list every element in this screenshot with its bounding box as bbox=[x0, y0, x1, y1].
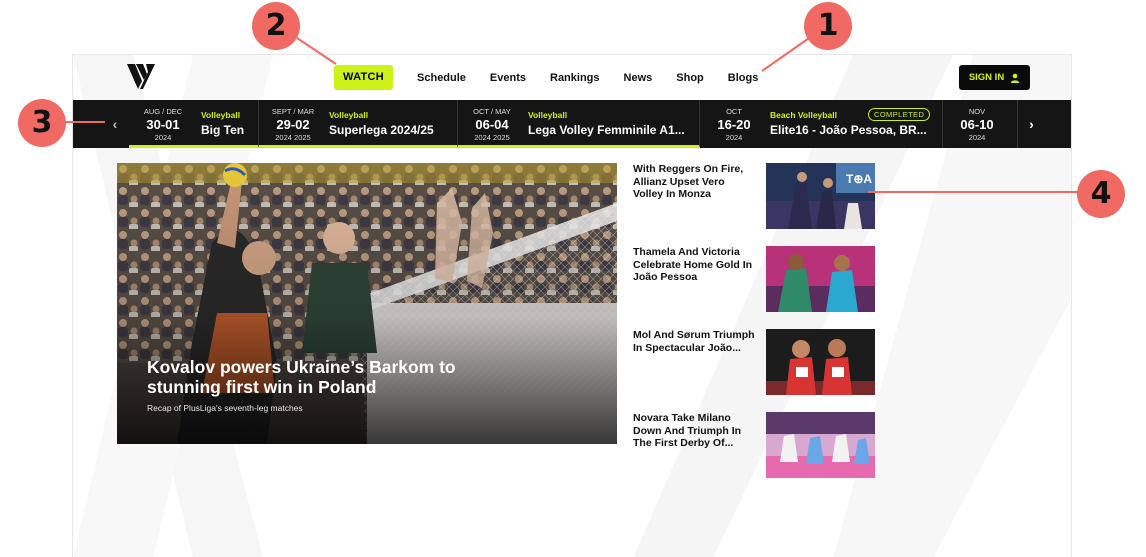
main-nav: WATCH Schedule Events Rankings News Shop… bbox=[334, 65, 758, 90]
nav-blogs[interactable]: Blogs bbox=[728, 72, 759, 84]
hero-title: Kovalov powers Ukraine’s Barkom to stunn… bbox=[147, 357, 456, 397]
event-name: Elite16 - João Pessoa, BR... bbox=[770, 123, 927, 137]
carousel-prev-icon[interactable]: ‹ bbox=[101, 100, 129, 148]
event-name: Lega Volley Femminile A1... bbox=[528, 123, 685, 137]
annotation-4: 4 bbox=[1077, 170, 1125, 218]
event-year: 2024 2025 bbox=[474, 133, 510, 142]
events-track: AUG / DEC 30-01 2024 Volleyball Big Ten … bbox=[129, 100, 1017, 148]
event-days: 29-02 bbox=[276, 117, 310, 132]
volleyball-world-logo[interactable] bbox=[125, 61, 157, 91]
nav-schedule[interactable]: Schedule bbox=[417, 72, 466, 84]
hero-subtitle: Recap of PlusLiga's seventh-leg matches bbox=[147, 403, 303, 413]
event-card[interactable]: NOV 06-10 2024 bbox=[943, 100, 1017, 148]
user-icon bbox=[1010, 73, 1020, 83]
event-days: 06-04 bbox=[475, 117, 509, 132]
annotation-2: 2 bbox=[252, 2, 300, 50]
event-days: 30-01 bbox=[146, 117, 180, 132]
event-months: AUG / DEC bbox=[143, 107, 183, 116]
story-title: With Reggers On Fire, Allianz Upset Vero… bbox=[633, 163, 744, 200]
nav-events[interactable]: Events bbox=[490, 72, 526, 84]
event-year: 2024 2025 bbox=[275, 133, 311, 142]
event-months: OCT / MAY bbox=[473, 107, 511, 116]
events-carousel: ‹ AUG / DEC 30-01 2024 Volleyball Big Te… bbox=[73, 100, 1071, 148]
event-months: SEPT / MAR bbox=[271, 107, 315, 116]
nav-rankings[interactable]: Rankings bbox=[550, 72, 600, 84]
event-days: 06-10 bbox=[960, 117, 994, 132]
event-card[interactable]: SEPT / MAR 29-02 2024 2025 Volleyball Su… bbox=[259, 100, 458, 148]
hero-image bbox=[117, 163, 617, 444]
list-item[interactable]: Thamela And Victoria Celebrate Home Gold… bbox=[633, 246, 875, 312]
story-title: Novara Take Milano Down And Triumph In T… bbox=[633, 412, 742, 449]
event-days: 16-20 bbox=[717, 117, 751, 132]
event-year: 2024 bbox=[154, 133, 172, 142]
event-sport: Volleyball bbox=[201, 110, 241, 120]
nav-watch-button[interactable]: WATCH bbox=[334, 65, 394, 90]
event-card[interactable]: AUG / DEC 30-01 2024 Volleyball Big Ten bbox=[129, 100, 259, 148]
story-thumbnail bbox=[766, 246, 875, 312]
event-sport: Volleyball bbox=[329, 110, 369, 120]
page: WATCH Schedule Events Rankings News Shop… bbox=[72, 54, 1072, 557]
annotation-3: 3 bbox=[18, 99, 66, 147]
event-card[interactable]: OCT / MAY 06-04 2024 2025 Volleyball Leg… bbox=[458, 100, 700, 148]
top-header: WATCH Schedule Events Rankings News Shop… bbox=[73, 55, 1071, 99]
event-months: OCT bbox=[726, 107, 742, 116]
nav-news[interactable]: News bbox=[624, 72, 653, 84]
story-title: Mol And Sørum Triumph In Spectacular Joã… bbox=[633, 329, 755, 354]
story-title: Thamela And Victoria Celebrate Home Gold… bbox=[633, 246, 753, 283]
sign-in-button[interactable]: SIGN IN bbox=[959, 65, 1030, 90]
completed-badge: COMPLETED bbox=[868, 108, 931, 121]
list-item[interactable]: Mol And Sørum Triumph In Spectacular Joã… bbox=[633, 329, 875, 395]
story-thumbnail: T⊕A bbox=[766, 163, 875, 229]
svg-text:T⊕A: T⊕A bbox=[846, 172, 872, 186]
event-months: NOV bbox=[968, 107, 986, 116]
event-year: 2024 bbox=[725, 133, 743, 142]
event-name: Big Ten bbox=[201, 123, 245, 137]
annotation-1: 1 bbox=[804, 2, 852, 50]
event-name: Superlega 2024/25 bbox=[329, 123, 434, 137]
list-item[interactable]: Novara Take Milano Down And Triumph In T… bbox=[633, 412, 875, 478]
event-sport: Volleyball bbox=[528, 110, 568, 120]
story-thumbnail bbox=[766, 329, 875, 395]
story-thumbnail bbox=[766, 412, 875, 478]
event-year: 2024 bbox=[968, 133, 986, 142]
hero-story[interactable]: Kovalov powers Ukraine’s Barkom to stunn… bbox=[117, 163, 617, 444]
event-card[interactable]: OCT 16-20 2024 Beach Volleyball Elite16 … bbox=[700, 100, 943, 148]
list-item[interactable]: With Reggers On Fire, Allianz Upset Vero… bbox=[633, 163, 875, 229]
carousel-next-icon[interactable]: › bbox=[1017, 100, 1045, 148]
sign-in-label: SIGN IN bbox=[968, 72, 1005, 83]
nav-shop[interactable]: Shop bbox=[676, 72, 704, 84]
